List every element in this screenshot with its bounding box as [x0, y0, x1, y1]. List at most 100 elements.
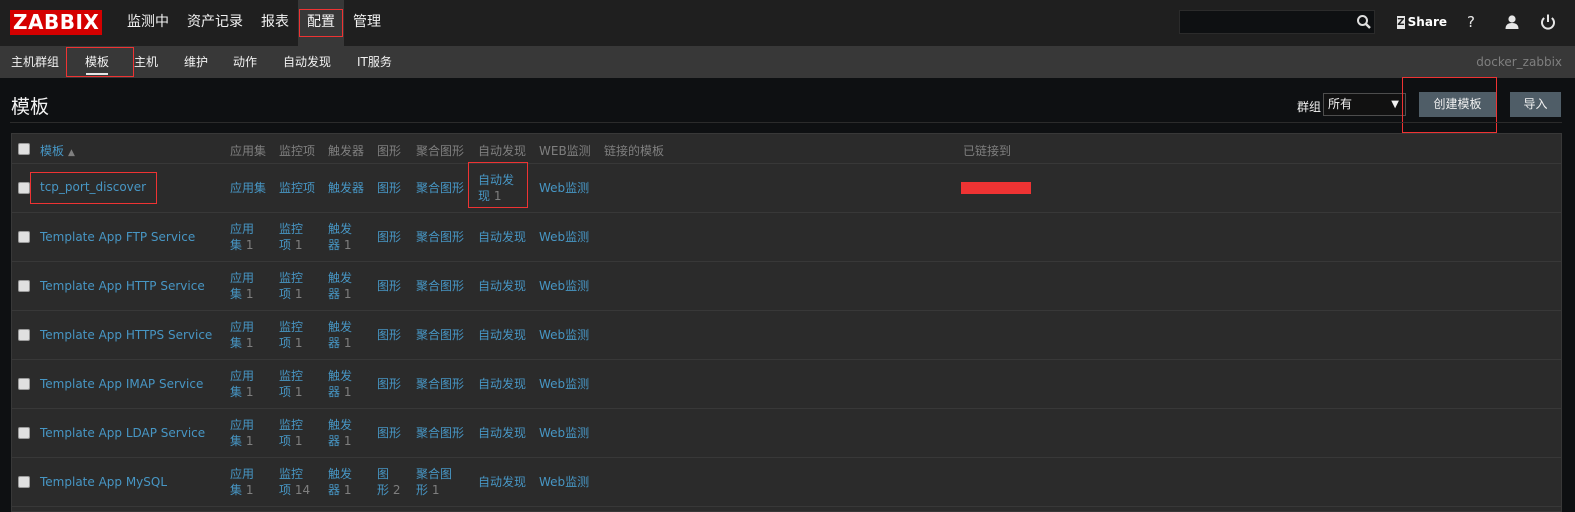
screens-link[interactable]: 聚合图形 [416, 229, 464, 245]
items-link[interactable]: 监控项 1 [279, 417, 303, 449]
triggers-link[interactable]: 触发器 1 [328, 319, 352, 351]
template-name-link[interactable]: Template App HTTP Service [40, 279, 205, 293]
link-label: 器 [328, 287, 341, 301]
link-label: 聚合图形 [416, 328, 465, 342]
sub-menu-maintenance[interactable]: 维护 [184, 46, 208, 78]
web-link[interactable]: Web监测 [539, 376, 589, 392]
web-link[interactable]: Web监测 [539, 229, 589, 245]
applications-link[interactable]: 应用集 1 [230, 368, 254, 400]
link-label: 聚合图形 [416, 279, 465, 293]
row-checkbox[interactable] [18, 329, 30, 341]
items-link[interactable]: 监控项 14 [279, 466, 310, 498]
sub-menu-it-services[interactable]: IT服务 [357, 46, 392, 78]
search-input[interactable] [1179, 10, 1375, 34]
main-menu-configuration[interactable]: 配置 [298, 0, 344, 46]
screens-link[interactable]: 聚合图形 [416, 327, 464, 343]
triggers-link[interactable]: 触发器 1 [328, 368, 352, 400]
web-link[interactable]: Web监测 [539, 474, 589, 490]
sub-menu-host-groups[interactable]: 主机群组 [11, 46, 59, 78]
triggers-link[interactable]: 触发器 1 [328, 417, 352, 449]
applications-link[interactable]: 应用集 1 [230, 466, 254, 498]
template-name-link[interactable]: Template App MySQL [40, 475, 167, 489]
template-name-link[interactable]: Template App LDAP Service [40, 426, 205, 440]
graphs-link[interactable]: 图形 [377, 376, 401, 392]
screens-link[interactable]: 聚合图形 [416, 180, 464, 196]
main-menu-reports[interactable]: 报表 [252, 0, 298, 46]
discovery-link[interactable]: 自动发现 [478, 425, 526, 441]
column-header-template[interactable]: 模板 ▲ [40, 142, 75, 159]
main-menu-monitoring[interactable]: 监测中 [118, 0, 178, 46]
link-label: 监控 [279, 222, 304, 236]
triggers-link[interactable]: 触发器 1 [328, 270, 352, 302]
link-label: 项 [279, 385, 292, 399]
row-checkbox[interactable] [18, 378, 30, 390]
sub-menu-hosts[interactable]: 主机 [134, 46, 158, 78]
graphs-link[interactable]: 图形 2 [377, 466, 400, 498]
graphs-link[interactable]: 图形 [377, 229, 401, 245]
items-link[interactable]: 监控项 1 [279, 319, 303, 351]
screens-link[interactable]: 聚合图形 [416, 278, 464, 294]
main-menu-inventory[interactable]: 资产记录 [178, 0, 252, 46]
dropdown-arrow-icon: ▼ [1391, 99, 1399, 110]
graphs-link[interactable]: 图形 [377, 278, 401, 294]
discovery-link[interactable]: 自动发现 [478, 474, 526, 490]
link-label: 图形 [377, 181, 402, 195]
graphs-link[interactable]: 图形 [377, 425, 401, 441]
discovery-link[interactable]: 自动发现 [478, 278, 526, 294]
main-menu-administration[interactable]: 管理 [344, 0, 390, 46]
discovery-link[interactable]: 自动发现 [478, 229, 526, 245]
group-filter-select[interactable]: 所有 ▼ [1323, 93, 1406, 116]
help-icon[interactable]: ? [1467, 13, 1479, 31]
discovery-link[interactable]: 自动发现 [478, 327, 526, 343]
group-filter-label: 群组 [1297, 100, 1322, 114]
applications-link[interactable]: 应用集 1 [230, 270, 254, 302]
link-label: 监控 [279, 467, 304, 481]
applications-link[interactable]: 应用集 [230, 180, 266, 196]
discovery-link[interactable]: 自动发现 [478, 376, 526, 392]
web-link[interactable]: Web监测 [539, 327, 589, 343]
triggers-link[interactable]: 触发器 [328, 180, 364, 196]
zabbix-logo[interactable]: ZABBIX [10, 10, 103, 35]
web-link[interactable]: Web监测 [539, 278, 589, 294]
row-checkbox[interactable] [18, 427, 30, 439]
sub-navigation-bar: 主机群组 模板 主机 维护 动作 自动发现 IT服务 docker_zabbix [0, 46, 1575, 78]
link-label: 项 [279, 336, 292, 350]
template-name-link[interactable]: Template App HTTPS Service [40, 328, 212, 342]
screens-link[interactable]: 聚合图形 1 [416, 466, 452, 498]
items-link[interactable]: 监控项 1 [279, 221, 303, 253]
share-button[interactable]: Z Share [1397, 14, 1447, 30]
link-label: 聚合图形 [416, 230, 465, 244]
applications-link[interactable]: 应用集 1 [230, 417, 254, 449]
applications-link[interactable]: 应用集 1 [230, 319, 254, 351]
header-divider [10, 122, 1562, 123]
sub-menu-actions[interactable]: 动作 [233, 46, 257, 78]
row-checkbox[interactable] [18, 182, 30, 194]
items-link[interactable]: 监控项 1 [279, 368, 303, 400]
applications-link[interactable]: 应用集 1 [230, 221, 254, 253]
select-all-checkbox[interactable] [18, 143, 30, 155]
items-link[interactable]: 监控项 1 [279, 270, 303, 302]
items-link[interactable]: 监控项 [279, 180, 315, 196]
sign-out-icon[interactable] [1540, 13, 1556, 31]
import-button[interactable]: 导入 [1510, 92, 1561, 117]
graphs-link[interactable]: 图形 [377, 327, 401, 343]
link-label: 应用 [230, 418, 255, 432]
count-badge: 1 [431, 483, 440, 497]
screens-link[interactable]: 聚合图形 [416, 376, 464, 392]
template-name-link[interactable]: Template App FTP Service [40, 230, 195, 244]
web-link[interactable]: Web监测 [539, 180, 589, 196]
template-name-link[interactable]: Template App IMAP Service [40, 377, 203, 391]
screens-link[interactable]: 聚合图形 [416, 425, 464, 441]
table-header: 模板 ▲ 应用集 监控项 触发器 图形 聚合图形 自动发现 WEB监测 链接的模板… [12, 134, 1561, 164]
row-checkbox[interactable] [18, 280, 30, 292]
triggers-link[interactable]: 触发器 1 [328, 466, 352, 498]
row-checkbox[interactable] [18, 476, 30, 488]
link-label: 应用 [230, 467, 255, 481]
user-profile-icon[interactable] [1505, 14, 1519, 30]
web-link[interactable]: Web监测 [539, 425, 589, 441]
row-checkbox[interactable] [18, 231, 30, 243]
triggers-link[interactable]: 触发器 1 [328, 221, 352, 253]
graphs-link[interactable]: 图形 [377, 180, 401, 196]
sub-menu-discovery[interactable]: 自动发现 [283, 46, 331, 78]
search-icon[interactable] [1356, 14, 1372, 30]
